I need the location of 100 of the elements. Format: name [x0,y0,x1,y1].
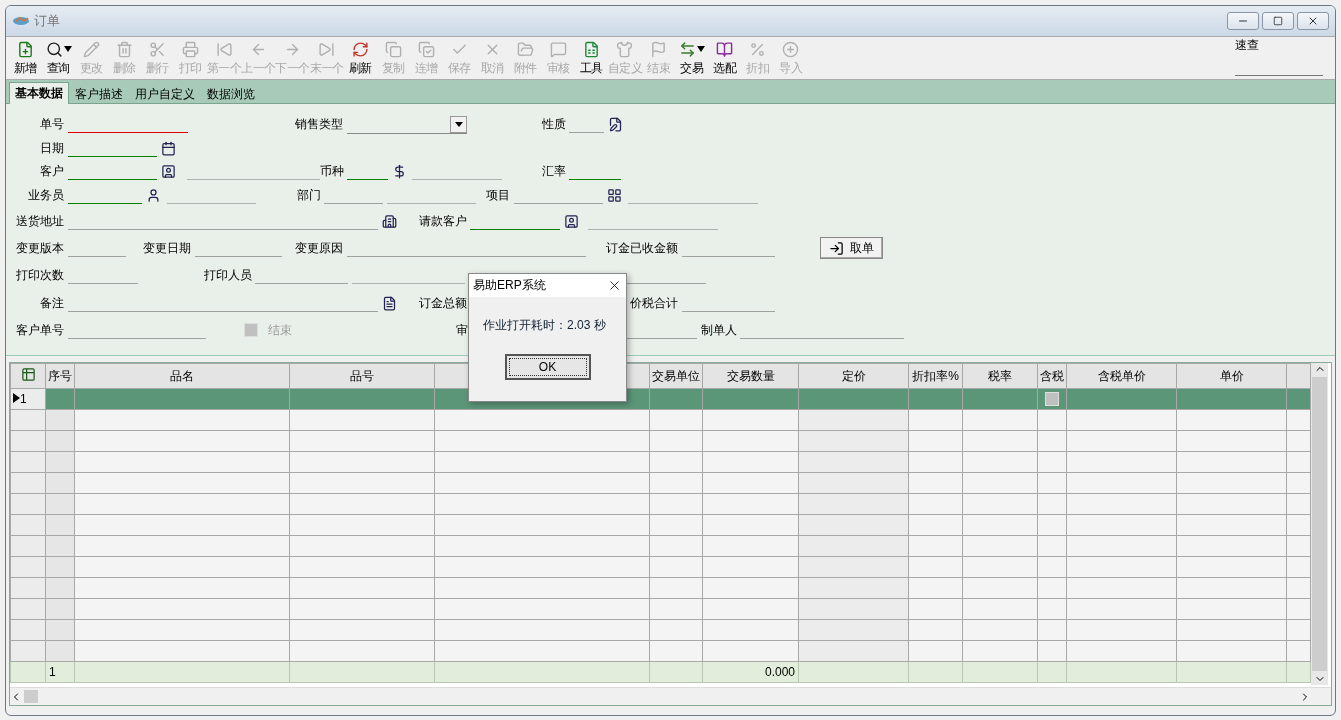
row-indicator[interactable] [10,409,46,431]
checkbox-label: 结束 [268,321,293,339]
row-indicator[interactable] [10,598,46,620]
column-header[interactable]: 品名 [74,363,290,389]
note-icon[interactable] [382,296,397,311]
tab[interactable]: 数据浏览 [201,84,261,104]
checkbox[interactable] [1045,392,1059,406]
row-indicator[interactable] [10,535,46,557]
field-label: 变更版本 [16,239,65,257]
column-header[interactable]: 序号 [45,363,75,389]
column-header[interactable]: 品号 [289,363,435,389]
calendar-icon[interactable] [161,140,176,156]
toolbar-button[interactable]: 刷新 [343,37,377,77]
fetch-button[interactable]: 取单 [820,237,883,259]
app-logo-icon [12,15,30,27]
row-indicator[interactable]: 1 [10,388,46,410]
shirt-icon [616,40,634,58]
close-icon [1307,15,1319,27]
toolbar-button[interactable]: 交易 [675,37,708,77]
pencil-icon [83,40,100,58]
book-icon [716,40,733,58]
field-label: 订金总额 [419,295,468,312]
maximize-icon [1273,16,1283,26]
close-button[interactable] [607,278,622,293]
flag-icon [650,40,667,58]
toolbar-button[interactable]: 选配 [708,37,741,77]
column-header [1286,363,1311,389]
grid-icon[interactable] [607,188,622,203]
row-indicator[interactable] [10,577,46,599]
last-icon [318,40,336,58]
contact-icon[interactable] [564,213,579,229]
column-header[interactable]: 含税单价 [1066,363,1177,389]
field-label: 日期 [40,139,65,157]
column-header[interactable]: 交易数量 [702,363,799,389]
note-edit-icon[interactable] [608,117,623,132]
field-label: 销售类型 [295,116,344,133]
building-icon[interactable] [382,213,397,229]
ok-button[interactable]: OK [504,354,591,380]
grid-icon [20,367,36,382]
column-header[interactable]: 含税 [1037,363,1067,389]
dropdown-field[interactable] [347,115,467,134]
row-indicator[interactable] [10,514,46,536]
field-label: 备注 [40,295,65,312]
first-icon [215,40,233,58]
column-header[interactable]: 交易单位 [649,363,703,389]
row-indicator[interactable] [10,640,46,662]
swap-arrows-icon [678,40,696,58]
field-label: 业务员 [28,187,65,204]
horizontal-scrollbar[interactable] [10,687,1331,705]
column-header[interactable]: 单价 [1176,363,1287,389]
row-indicator[interactable] [10,556,46,578]
printer-icon [182,40,199,58]
spreadsheet-icon [582,40,600,58]
caret-icon [454,121,463,127]
copy-check-icon [417,40,435,58]
tab[interactable]: 客户描述 [69,84,129,104]
vertical-scrollbar[interactable] [1311,363,1328,686]
toolbar-button[interactable]: 工具 [574,37,608,77]
folder-icon [516,40,534,58]
currency-icon[interactable] [392,164,407,179]
tab[interactable]: 基本数据 [9,82,69,104]
contact-icon[interactable] [161,164,176,179]
plus-icon [782,40,799,58]
person-icon[interactable] [146,188,161,203]
row-indicator[interactable] [10,619,46,641]
tab[interactable]: 用户自定义 [129,84,201,104]
field-label: 币种 [320,163,345,180]
maximize-button[interactable] [1262,12,1294,30]
caret-icon [63,46,72,52]
field-label: 部门 [297,187,322,204]
scissors-icon [149,40,166,58]
window-title: 订单 [34,12,60,30]
current-row-icon [13,393,20,403]
minimize-button[interactable] [1227,12,1259,30]
refresh-icon [351,40,369,58]
scrollbar-thumb[interactable] [24,690,38,703]
dialog-title: 易助ERP系统 [473,277,546,294]
dropdown-button[interactable] [450,115,467,133]
scrollbar-thumb[interactable] [1312,377,1327,672]
row-indicator[interactable] [10,493,46,515]
field-label: 请款客户 [419,212,468,230]
toolbar-button[interactable]: 新增 [9,37,42,77]
trash-icon [116,40,133,58]
row-indicator[interactable] [10,430,46,452]
caret-icon [696,46,705,52]
toolbar-button[interactable]: 查询 [42,37,75,77]
field-label: 汇率 [542,163,567,180]
dialog-message: 作业打开耗时：2.03 秒 [483,317,607,334]
column-header[interactable]: 折扣率% [908,363,963,389]
column-header[interactable]: 税率 [962,363,1038,389]
field-label: 打印次数 [16,267,65,284]
field-label: 客户单号 [16,321,65,339]
row-indicator[interactable] [10,451,46,473]
field-label: 变更日期 [142,239,192,257]
field-label: 打印人员 [204,267,253,284]
row-indicator[interactable] [10,472,46,494]
field-label: 项目 [486,187,511,204]
column-header[interactable]: 定价 [798,363,909,389]
message-icon [549,40,567,58]
field-label: 变更原因 [295,239,344,257]
